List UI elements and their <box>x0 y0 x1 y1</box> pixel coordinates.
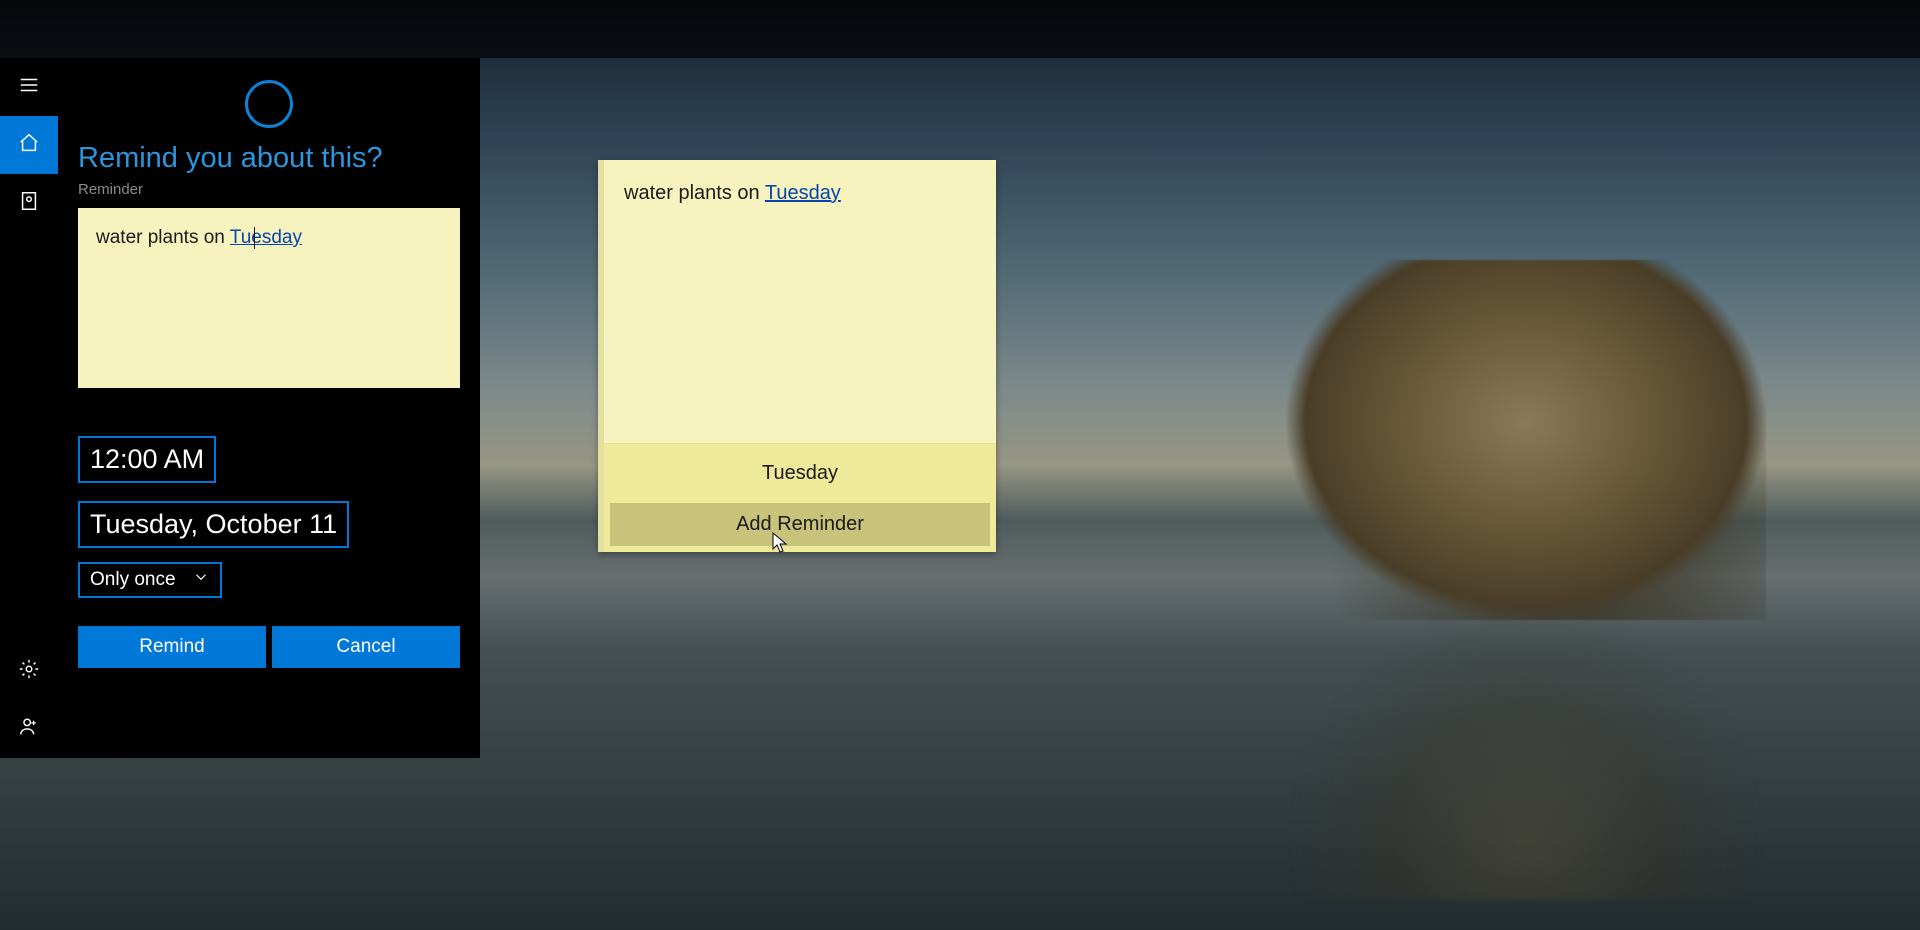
reminder-note-preview[interactable]: water plants on Tuesday <box>78 208 460 388</box>
add-reminder-button[interactable]: Add Reminder <box>610 503 990 546</box>
cortana-heading: Remind you about this? <box>78 142 460 175</box>
cancel-button[interactable]: Cancel <box>272 626 460 668</box>
sticky-note-body[interactable]: water plants on Tuesday <box>604 160 996 443</box>
reminder-time-field[interactable]: 12:00 AM <box>78 436 216 483</box>
wallpaper-rock-reflection <box>1286 600 1766 900</box>
wallpaper-rock <box>1286 260 1766 620</box>
notebook-icon <box>18 190 40 217</box>
home-icon <box>18 132 40 159</box>
home-button[interactable] <box>0 116 58 174</box>
feedback-button[interactable] <box>0 700 58 758</box>
cortana-main: Remind you about this? Reminder water pl… <box>58 58 480 758</box>
settings-button[interactable] <box>0 642 58 700</box>
chevron-down-icon <box>192 568 210 592</box>
note-date-link[interactable]: Tuesday <box>230 227 302 248</box>
hamburger-icon <box>18 74 40 101</box>
reminder-label: Reminder <box>78 181 460 198</box>
person-icon <box>18 716 40 743</box>
notebook-button[interactable] <box>0 174 58 232</box>
cortana-panel: Remind you about this? Reminder water pl… <box>0 58 480 758</box>
cortana-button-row: Remind Cancel <box>78 626 460 668</box>
cortana-logo-icon <box>245 80 293 128</box>
reminder-date-field[interactable]: Tuesday, October 11 <box>78 501 349 548</box>
cortana-rail <box>0 58 58 758</box>
remind-button[interactable]: Remind <box>78 626 266 668</box>
menu-button[interactable] <box>0 58 58 116</box>
sticky-suggestion-day[interactable]: Tuesday <box>604 444 996 503</box>
reminder-repeat-field[interactable]: Only once <box>78 562 222 598</box>
top-strip <box>0 0 1920 58</box>
sticky-note-window[interactable]: water plants on Tuesday Tuesday Add Remi… <box>598 160 996 552</box>
repeat-value: Only once <box>90 569 176 591</box>
sticky-date-link[interactable]: Tuesday <box>765 182 841 204</box>
note-text: water plants on <box>96 227 230 248</box>
sticky-note-footer: Tuesday Add Reminder <box>604 443 996 552</box>
gear-icon <box>18 658 40 685</box>
sticky-text: water plants on <box>624 182 765 204</box>
